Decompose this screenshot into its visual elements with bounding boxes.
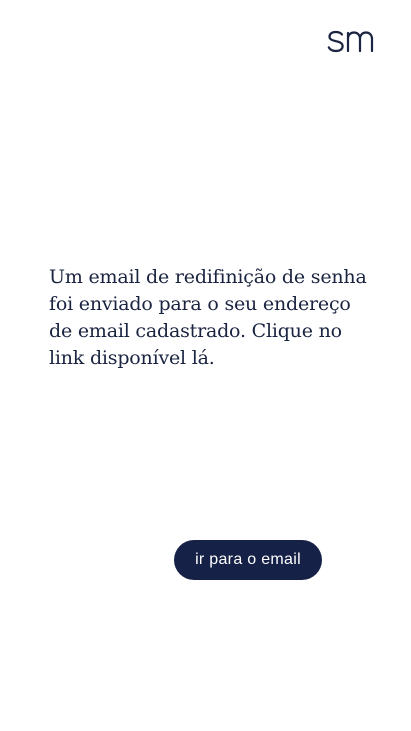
sm-logo-icon [327, 30, 374, 53]
reset-email-message: Um email de redifinição de senha foi env… [49, 266, 367, 369]
go-to-email-button[interactable]: ir para o email [174, 540, 322, 580]
brand-logo [327, 24, 381, 56]
